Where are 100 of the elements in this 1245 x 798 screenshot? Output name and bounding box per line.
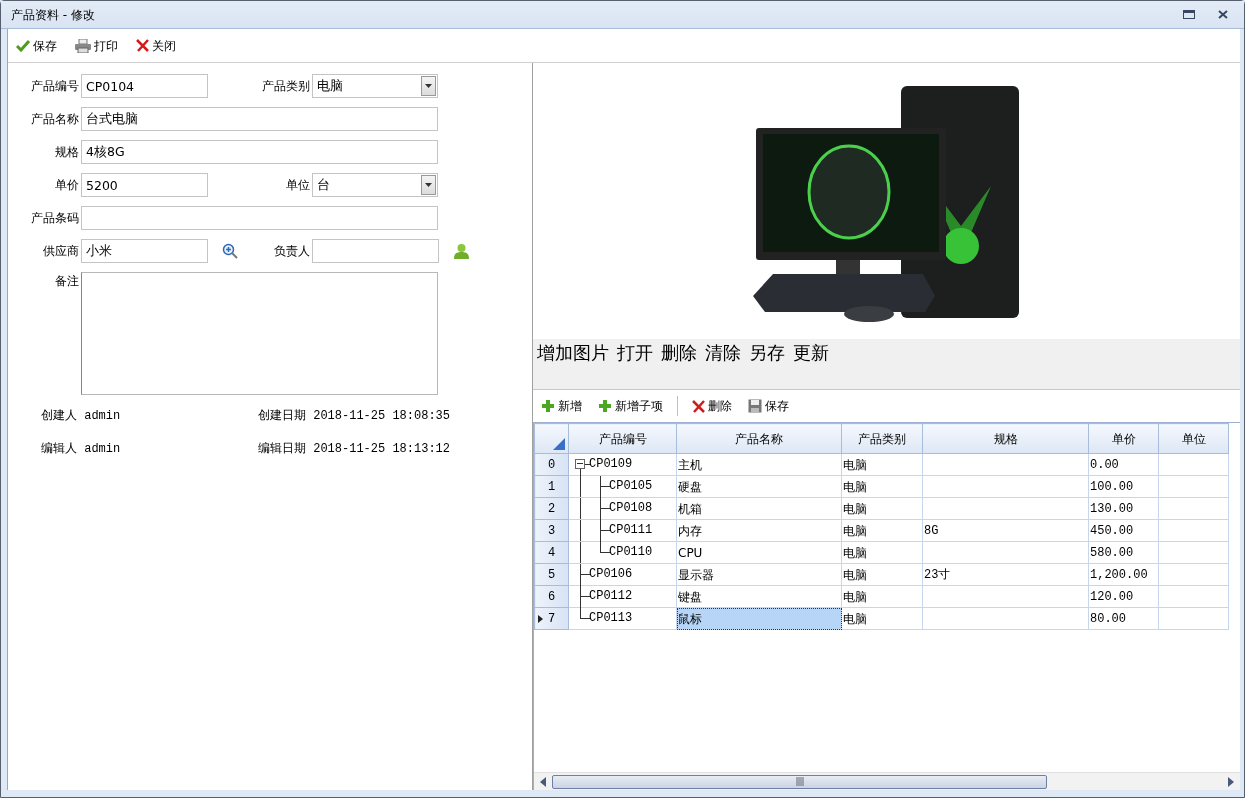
table-cell-text: CP0106: [589, 566, 633, 583]
row-header[interactable]: 5: [534, 563, 569, 586]
table-cell: 0.00: [1088, 453, 1159, 476]
row-number: 7: [547, 611, 556, 626]
column-header[interactable]: 单位: [1158, 423, 1229, 454]
dropdown-field[interactable]: 电脑: [312, 74, 438, 98]
row-number: 2: [547, 501, 556, 516]
close-icon: [136, 39, 149, 52]
grid-toolbar-button[interactable]: 保存: [746, 395, 791, 417]
image-action-button[interactable]: 增加图片: [537, 341, 609, 365]
dropdown-field[interactable]: 台: [312, 173, 438, 197]
table-cell: 电脑: [841, 563, 923, 586]
column-header[interactable]: 产品编号: [568, 423, 677, 454]
table-cell: CPU: [676, 541, 842, 564]
field-label: 产品名称: [30, 111, 80, 128]
image-action-button[interactable]: 另存: [749, 341, 785, 365]
row-number: 0: [547, 457, 556, 472]
input-field[interactable]: 台式电脑: [81, 107, 438, 131]
maximize-icon[interactable]: [1183, 10, 1195, 19]
table-cell: 450.00: [1088, 519, 1159, 542]
row-header[interactable]: 7: [534, 607, 569, 630]
notes-field[interactable]: [81, 272, 438, 395]
table-cell: 内存: [676, 519, 842, 542]
row-header[interactable]: 2: [534, 497, 569, 520]
info-value: admin: [84, 409, 121, 423]
horizontal-scrollbar[interactable]: [534, 772, 1240, 790]
info-label: 创建日期: [258, 409, 306, 423]
user-icon[interactable]: [453, 243, 470, 259]
table-cell-text: CP0109: [589, 456, 633, 473]
input-field[interactable]: 小米: [81, 239, 208, 263]
row-number: 3: [547, 523, 556, 538]
grid-toolbar-button[interactable]: 新增子项: [596, 395, 665, 417]
column-header[interactable]: 单价: [1088, 423, 1159, 454]
collapse-icon[interactable]: [575, 459, 585, 469]
grid-toolbar-button[interactable]: 删除: [690, 395, 734, 417]
input-field[interactable]: CP0104: [81, 74, 208, 98]
field-label: 产品条码: [30, 210, 80, 227]
table-cell: 23寸: [922, 563, 1089, 586]
field-label: 产品编号: [30, 78, 80, 95]
row-header[interactable]: 6: [534, 585, 569, 608]
field-label: 供应商: [42, 243, 80, 260]
field-label: 备注: [54, 273, 80, 290]
table-cell: 硬盘: [676, 475, 842, 498]
table-cell: 电脑: [841, 497, 923, 520]
scrollbar-thumb[interactable]: [552, 774, 1047, 789]
column-header[interactable]: 产品名称: [676, 423, 842, 454]
table-cell: 电脑: [841, 519, 923, 542]
table-cell: 1,200.00: [1088, 563, 1159, 586]
toolbar-button[interactable]: 保存: [14, 34, 59, 57]
row-header[interactable]: 1: [534, 475, 569, 498]
table-cell-text: CP0112: [589, 588, 633, 605]
field-label: 规格: [54, 144, 80, 161]
row-header[interactable]: 4: [534, 541, 569, 564]
column-header[interactable]: 产品类别: [841, 423, 923, 454]
table-cell: 主机: [676, 453, 842, 476]
table-cell-text: CP0108: [609, 500, 653, 517]
image-action-button[interactable]: 更新: [793, 341, 829, 365]
zoom-in-icon[interactable]: [222, 243, 238, 259]
row-header[interactable]: 3: [534, 519, 569, 542]
info-value: 2018-11-25 18:08:35: [313, 409, 451, 423]
input-field[interactable]: 5200: [81, 173, 208, 197]
plus-icon: [541, 399, 555, 413]
close-icon[interactable]: [1218, 10, 1228, 19]
info-label: 创建人: [41, 409, 77, 423]
table-cell: 120.00: [1088, 585, 1159, 608]
info-value: admin: [84, 442, 121, 456]
table-cell[interactable]: 鼠标: [676, 607, 842, 630]
toolbar-button[interactable]: 打印: [73, 34, 120, 57]
image-action-button[interactable]: 清除: [705, 341, 741, 365]
row-number: 5: [547, 567, 556, 582]
input-field[interactable]: [81, 206, 438, 230]
table-cell: 100.00: [1088, 475, 1159, 498]
image-action-button[interactable]: 打开: [617, 341, 653, 365]
table-cell-text: CP0113: [589, 610, 633, 627]
table-cell: 8G: [922, 519, 1089, 542]
table-cell: 电脑: [841, 585, 923, 608]
toolbar-button[interactable]: 关闭: [134, 34, 178, 57]
table-cell: 电脑: [841, 541, 923, 564]
info-label: 编辑人: [41, 442, 77, 456]
column-header[interactable]: 规格: [922, 423, 1089, 454]
input-field[interactable]: 4核8G: [81, 140, 438, 164]
delete-icon: [692, 399, 705, 413]
table-cell-text: CP0110: [609, 544, 653, 561]
row-number: 4: [547, 545, 556, 560]
table-cell: 电脑: [841, 475, 923, 498]
image-action-button[interactable]: 删除: [661, 341, 697, 365]
check-icon: [16, 39, 30, 52]
select-all-corner[interactable]: [534, 423, 569, 454]
table-cell: 130.00: [1088, 497, 1159, 520]
row-number: 6: [547, 589, 556, 604]
input-field[interactable]: [312, 239, 439, 263]
grid-toolbar-button[interactable]: 新增: [539, 395, 584, 417]
field-label: 负责人: [273, 243, 311, 260]
table-cell: 580.00: [1088, 541, 1159, 564]
table-cell-text: CP0105: [609, 478, 653, 495]
table-cell: 电脑: [841, 607, 923, 630]
table-cell: 电脑: [841, 453, 923, 476]
row-number: 1: [547, 479, 556, 494]
row-header[interactable]: 0: [534, 453, 569, 476]
info-value: 2018-11-25 18:13:12: [313, 442, 451, 456]
